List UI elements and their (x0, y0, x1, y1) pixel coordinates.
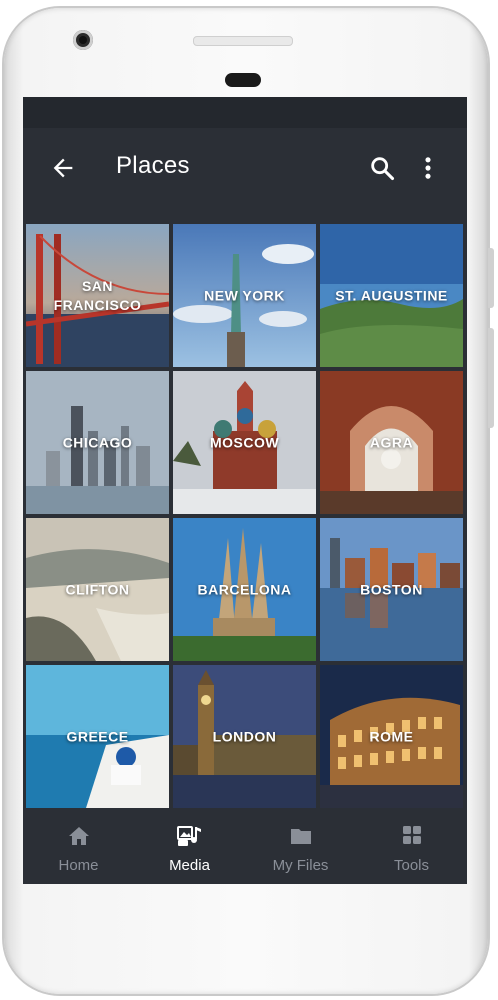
place-tile-barcelona[interactable]: BARCELONA (173, 518, 316, 661)
place-label: LONDON (212, 728, 277, 744)
place-label: CHICAGO (62, 434, 133, 450)
place-tile-new-york[interactable]: NEW YORK (173, 224, 316, 367)
place-tile-clifton[interactable]: CLIFTON (26, 518, 169, 661)
bottom-navigation: Home Media My Files Tools (23, 810, 467, 884)
place-label: CLIFTON (65, 581, 130, 597)
nav-label: My Files (272, 857, 329, 874)
place-label: SAN FRANCISCO (53, 277, 142, 313)
places-grid: SAN FRANCISCO NEW YORK ST. AUGUSTINE CHI… (26, 224, 464, 808)
place-tile-rome[interactable]: ROME (320, 665, 463, 808)
nav-label: Tools (393, 857, 430, 874)
home-icon (69, 827, 89, 845)
page-title: Places (116, 152, 190, 179)
place-tile-moscow[interactable]: MOSCOW (173, 371, 316, 514)
status-bar (23, 97, 467, 128)
media-icon (177, 826, 201, 846)
power-button (488, 328, 494, 428)
app-bar: Places (23, 128, 467, 208)
more-vert-icon[interactable] (420, 154, 436, 182)
place-label: AGRA (369, 434, 414, 450)
nav-item-tools[interactable]: Tools (356, 810, 467, 884)
place-tile-st-augustine[interactable]: ST. AUGUSTINE (320, 224, 463, 367)
place-label: BOSTON (360, 581, 423, 597)
arrow-back-icon[interactable] (49, 154, 77, 182)
folder-icon (291, 829, 311, 844)
nav-item-my-files[interactable]: My Files (245, 810, 356, 884)
place-tile-greece[interactable]: GREECE (26, 665, 169, 808)
earpiece-speaker (193, 36, 293, 46)
nav-label: Media (169, 857, 210, 874)
place-label: GREECE (66, 728, 129, 744)
place-tile-chicago[interactable]: CHICAGO (26, 371, 169, 514)
front-camera (73, 30, 93, 50)
place-label: MOSCOW (209, 434, 280, 450)
search-icon[interactable] (368, 154, 396, 182)
nav-item-home[interactable]: Home (23, 810, 134, 884)
tools-grid-icon (403, 826, 421, 844)
place-tile-boston[interactable]: BOSTON (320, 518, 463, 661)
place-tile-london[interactable]: LONDON (173, 665, 316, 808)
place-tile-san-francisco[interactable]: SAN FRANCISCO (26, 224, 169, 367)
proximity-sensor (225, 73, 261, 87)
place-label: ST. AUGUSTINE (335, 287, 448, 303)
nav-label: Home (58, 857, 99, 874)
phone-screen: Places SAN FRANCISCO NEW YORK ST. AUGUST… (23, 97, 467, 884)
place-tile-agra[interactable]: AGRA (320, 371, 463, 514)
place-label: NEW YORK (204, 287, 285, 303)
volume-button (488, 248, 494, 308)
place-label: BARCELONA (197, 581, 292, 597)
place-label: ROME (369, 728, 414, 744)
nav-item-media[interactable]: Media (134, 810, 245, 884)
